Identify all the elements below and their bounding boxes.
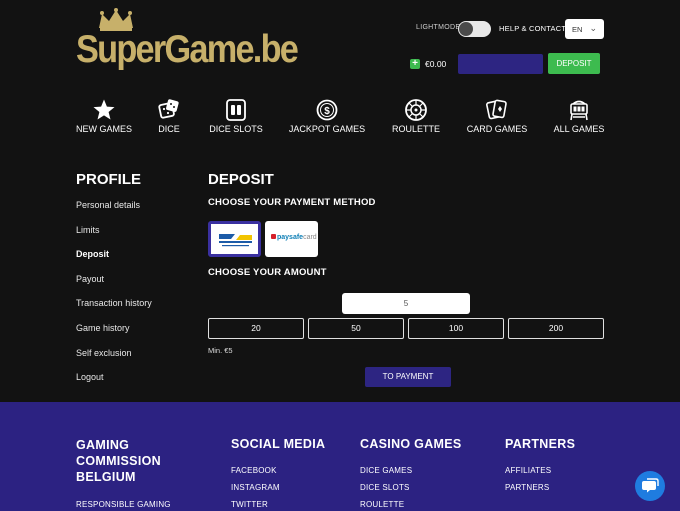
help-contact-link[interactable]: HELP & CONTACT — [499, 24, 566, 33]
sidebar-item-payout[interactable]: Payout — [76, 274, 104, 284]
slot-machine-icon — [570, 100, 588, 121]
chevron-down-icon: ⌄ — [589, 23, 597, 33]
nav-item-all-games[interactable]: ALL GAMES — [552, 98, 606, 134]
nav-item-new-games[interactable]: NEW GAMES — [76, 98, 132, 134]
lightmode-label: LIGHTMODE — [416, 24, 461, 31]
footer-link-dice-slots[interactable]: DICE SLOTS — [360, 483, 410, 492]
page-title: DEPOSIT — [208, 171, 274, 188]
payment-method-paysafecard[interactable]: paysafecard — [265, 221, 318, 257]
amount-input[interactable]: 5 — [342, 293, 470, 314]
nav-item-dice[interactable]: DICE — [154, 98, 184, 134]
footer-heading-partners: PARTNERS — [505, 437, 576, 451]
minimum-amount-note: Min. €5 — [208, 346, 233, 355]
amount-preset-button[interactable]: 50 — [308, 318, 404, 339]
cards-icon — [486, 99, 507, 120]
star-icon — [93, 99, 115, 120]
footer-link-affiliates[interactable]: AFFILIATES — [505, 466, 551, 475]
footer-link-twitter[interactable]: TWITTER — [231, 500, 268, 509]
deposit-button[interactable]: DEPOSIT — [548, 53, 600, 74]
language-value: EN — [572, 25, 583, 34]
nav-item-jackpot-games[interactable]: $ JACKPOT GAMES — [288, 98, 366, 134]
amount-preset-button[interactable]: 200 — [508, 318, 604, 339]
nav-label: CARD GAMES — [466, 124, 528, 134]
nav-label: NEW GAMES — [76, 124, 133, 134]
nav-label: JACKPOT GAMES — [288, 124, 366, 134]
sidebar-item-deposit[interactable]: Deposit — [76, 249, 109, 259]
nav-label: ROULETTE — [391, 124, 440, 134]
brand-logo[interactable]: SuperGame.be — [76, 8, 299, 72]
to-payment-button[interactable]: TO PAYMENT — [365, 367, 451, 387]
dice-icon — [158, 99, 179, 119]
footer-heading-social-media: SOCIAL MEDIA — [231, 437, 326, 451]
svg-text:$: $ — [324, 106, 330, 117]
sidebar-item-logout[interactable]: Logout — [76, 372, 104, 382]
lock-icon — [271, 234, 276, 239]
footer-link-responsible-gaming[interactable]: RESPONSIBLE GAMING — [76, 500, 171, 509]
amount-preset-button[interactable]: 100 — [408, 318, 504, 339]
footer-heading-line: BELGIUM — [76, 470, 136, 484]
language-select[interactable]: EN ⌄ — [565, 19, 604, 39]
nav-label: DICE SLOTS — [209, 124, 263, 134]
footer-heading-gaming-commission: GAMING COMMISSION BELGIUM — [76, 437, 161, 485]
profile-title: PROFILE — [76, 171, 142, 188]
nav-item-card-games[interactable]: CARD GAMES — [466, 98, 528, 134]
footer-link-facebook[interactable]: FACEBOOK — [231, 466, 277, 475]
game-category-nav: NEW GAMES DICE DICE SLOTS $ JACKPOT GAME… — [0, 98, 680, 138]
dice-slots-icon — [226, 99, 246, 121]
brand-name: SuperGame.be — [76, 28, 299, 71]
footer-heading-line: COMMISSION — [76, 454, 161, 468]
footer: GAMING COMMISSION BELGIUM RESPONSIBLE GA… — [0, 402, 680, 511]
nav-item-roulette[interactable]: ROULETTE — [390, 98, 442, 134]
footer-heading-line: GAMING — [76, 438, 130, 452]
card-text: card — [303, 234, 317, 241]
sidebar-item-game-history[interactable]: Game history — [76, 323, 130, 333]
paysafecard-logo: paysafecard — [271, 234, 317, 241]
sidebar-item-limits[interactable]: Limits — [76, 225, 100, 235]
balance-amount: €0.00 — [425, 59, 447, 69]
roulette-icon — [405, 99, 427, 121]
payment-method-bancontact[interactable] — [208, 221, 261, 257]
footer-heading-casino-games: CASINO GAMES — [360, 437, 462, 451]
add-funds-icon[interactable]: + — [410, 59, 420, 69]
sidebar-item-personal-details[interactable]: Personal details — [76, 200, 140, 210]
nav-label: ALL GAMES — [553, 124, 605, 134]
account-button[interactable] — [458, 54, 543, 74]
footer-link-dice-games[interactable]: DICE GAMES — [360, 466, 412, 475]
footer-link-partners[interactable]: PARTNERS — [505, 483, 549, 492]
chat-icon — [642, 478, 659, 493]
payment-method-heading: CHOOSE YOUR PAYMENT METHOD — [208, 197, 376, 208]
sidebar-item-transaction-history[interactable]: Transaction history — [76, 298, 152, 308]
amount-preset-button[interactable]: 20 — [208, 318, 304, 339]
paysafe-text: paysafe — [277, 234, 304, 241]
jackpot-icon: $ — [316, 99, 338, 121]
footer-link-instagram[interactable]: INSTAGRAM — [231, 483, 280, 492]
footer-link-roulette[interactable]: ROULETTE — [360, 500, 404, 509]
sidebar-item-self-exclusion[interactable]: Self exclusion — [76, 348, 132, 358]
lightmode-toggle[interactable] — [458, 21, 491, 37]
amount-heading: CHOOSE YOUR AMOUNT — [208, 267, 327, 278]
nav-label: DICE — [158, 124, 180, 134]
chat-button[interactable] — [635, 471, 665, 501]
nav-item-dice-slots[interactable]: DICE SLOTS — [208, 98, 264, 134]
bancontact-logo-icon — [219, 234, 252, 247]
toggle-knob — [459, 22, 473, 36]
